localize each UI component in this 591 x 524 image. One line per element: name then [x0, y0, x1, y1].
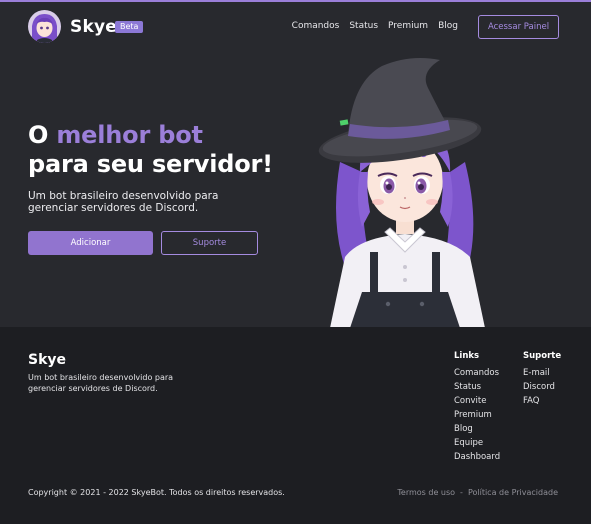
support-button[interactable]: Suporte	[161, 231, 258, 255]
copyright-text: Copyright © 2021 - 2022 SkyeBot. Todos o…	[28, 488, 285, 497]
footer-description: Um bot brasileiro desenvolvido para gere…	[28, 373, 174, 393]
footer-link-equipe[interactable]: Equipe	[454, 436, 500, 450]
footer-link-blog[interactable]: Blog	[454, 422, 500, 436]
privacy-link[interactable]: Política de Privacidade	[468, 488, 558, 497]
hero-title: O melhor bot para seu servidor!	[28, 121, 273, 179]
hero-title-line2: para seu servidor!	[28, 150, 273, 178]
nav-link-premium[interactable]: Premium	[388, 21, 428, 31]
nav-link-comandos[interactable]: Comandos	[292, 21, 340, 31]
footer-link-discord[interactable]: Discord	[523, 380, 561, 394]
legal-separator: -	[460, 488, 463, 497]
legal-links: Termos de uso - Política de Privacidade	[397, 488, 558, 497]
top-accent-line	[0, 0, 591, 2]
footer-link-dashboard[interactable]: Dashboard	[454, 450, 500, 464]
nav-link-blog[interactable]: Blog	[438, 21, 458, 31]
footer-brand: Skye	[28, 352, 67, 368]
footer-support-heading: Suporte	[523, 351, 562, 361]
footer-links-heading: Links	[454, 351, 480, 361]
nav-link-status[interactable]: Status	[349, 21, 378, 31]
beta-badge: Beta	[115, 21, 144, 33]
footer: Skye Um bot brasileiro desenvolvido para…	[0, 327, 591, 524]
footer-links-column: Links Comandos Status Convite Premium Bl…	[454, 351, 500, 464]
hero-title-accent: melhor bot	[56, 121, 203, 149]
brand-name[interactable]: Skye	[70, 17, 117, 37]
footer-link-faq[interactable]: FAQ	[523, 394, 561, 408]
navbar: Skye Beta Comandos Status Premium Blog A…	[28, 8, 559, 46]
footer-link-status[interactable]: Status	[454, 380, 500, 394]
footer-link-comandos[interactable]: Comandos	[454, 366, 500, 380]
add-bot-button[interactable]: Adicionar	[28, 231, 153, 255]
hero-title-prefix: O	[28, 121, 57, 149]
nav-links: Comandos Status Premium Blog	[292, 21, 458, 31]
footer-link-convite[interactable]: Convite	[454, 394, 500, 408]
mascot-illustration	[318, 58, 485, 328]
hero-subtitle: Um bot brasileiro desenvolvido para gere…	[28, 190, 219, 214]
footer-link-email[interactable]: E-mail	[523, 366, 561, 380]
footer-support-column: Suporte E-mail Discord FAQ	[523, 351, 561, 408]
access-panel-button[interactable]: Acessar Painel	[478, 15, 559, 39]
avatar[interactable]	[28, 10, 61, 43]
terms-link[interactable]: Termos de uso	[397, 488, 455, 497]
footer-link-premium[interactable]: Premium	[454, 408, 500, 422]
